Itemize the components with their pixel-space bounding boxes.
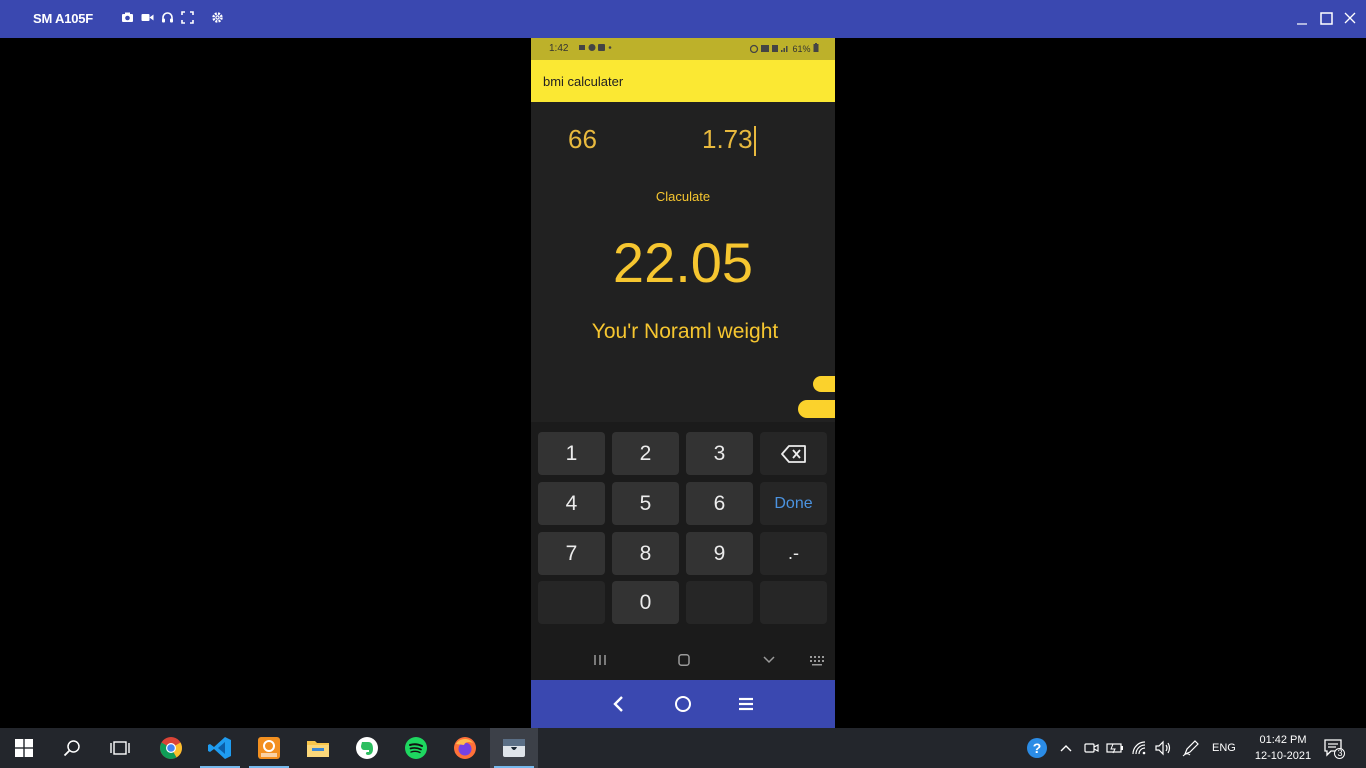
weight-input[interactable]: 66 [568, 124, 597, 155]
backspace-key[interactable] [760, 432, 827, 475]
battery-tray-icon[interactable] [1106, 728, 1124, 768]
notification-icons [579, 43, 613, 54]
key-9[interactable]: 9 [686, 532, 753, 575]
key-blank-middle [686, 581, 753, 624]
key-5[interactable]: 5 [612, 482, 679, 525]
start-button[interactable] [0, 728, 48, 768]
notification-count: 3 [1337, 748, 1343, 758]
taskbar-vscode[interactable] [196, 728, 244, 768]
signal-icons [749, 44, 788, 54]
height-value: 1.73 [702, 124, 753, 154]
battery-icon [813, 43, 819, 52]
key-8[interactable]: 8 [612, 532, 679, 575]
clock-time: 01:42 PM [1259, 734, 1307, 746]
bmi-result: 22.05 [612, 231, 754, 294]
close-icon[interactable] [1338, 0, 1362, 38]
calculate-button[interactable]: Claculate [531, 189, 835, 204]
key-3[interactable]: 3 [686, 432, 753, 475]
window-toolbar [121, 11, 224, 24]
help-icon[interactable]: ? [1026, 728, 1048, 768]
key-7[interactable]: 7 [538, 532, 605, 575]
maximize-icon[interactable] [1314, 0, 1338, 38]
taskbar-scrcpy[interactable] [490, 728, 538, 768]
window-title: SM A105F [33, 11, 94, 26]
chevron-up-icon[interactable] [1059, 728, 1073, 768]
phone-time: 1:42 [549, 43, 569, 54]
key-0[interactable]: 0 [612, 581, 679, 624]
video-record-icon[interactable] [141, 11, 154, 24]
key-1[interactable]: 1 [538, 432, 605, 475]
minimize-icon[interactable] [1290, 0, 1314, 38]
floating-button-large[interactable] [798, 400, 835, 418]
keyboard-nav-bar [531, 642, 835, 682]
system-clock[interactable]: 01:42 PM 12-10-2021 [1248, 732, 1318, 764]
wifi-icon[interactable] [1131, 728, 1147, 768]
task-view-icon [110, 741, 130, 755]
taskbar-pdf-app[interactable] [245, 728, 293, 768]
done-key[interactable]: Done [760, 482, 827, 525]
window-controls [1290, 0, 1366, 38]
text-cursor [753, 126, 756, 157]
fullscreen-icon[interactable] [181, 11, 194, 24]
battery-percent: 61% [792, 44, 811, 54]
phone-status-right: 61% [749, 43, 819, 54]
notification-center-button[interactable]: 3 [1323, 728, 1345, 768]
windows-logo-icon [15, 739, 33, 757]
folder-icon [307, 741, 329, 757]
pen-workspace-icon[interactable] [1182, 728, 1200, 768]
pdf-app-icon [258, 737, 280, 759]
language-indicator[interactable]: ENG [1212, 728, 1236, 768]
search-button[interactable] [48, 728, 96, 768]
clock-date: 12-10-2021 [1254, 750, 1312, 762]
key-6[interactable]: 6 [686, 482, 753, 525]
phone-status-bar: 1:42 61% [531, 38, 835, 60]
key-blank-right [760, 581, 827, 624]
camera-icon[interactable] [121, 11, 134, 24]
evernote-icon [356, 737, 378, 759]
menu-icon[interactable] [734, 692, 758, 716]
key-dot-minus[interactable]: .- [760, 532, 827, 575]
meet-now-icon[interactable] [1083, 728, 1099, 768]
vscode-icon [208, 737, 231, 759]
spotify-icon [405, 737, 427, 759]
window-title-bar: SM A105F [0, 0, 1366, 38]
firefox-icon [454, 737, 476, 759]
volume-icon[interactable] [1154, 728, 1172, 768]
key-blank-left [538, 581, 605, 624]
home-circle-icon[interactable] [671, 692, 695, 716]
recent-apps-icon[interactable] [593, 654, 607, 669]
phone-screen: 1:42 61% bmi calculater 66 1.73 Claculat… [531, 38, 835, 728]
home-square-icon[interactable] [677, 654, 691, 669]
phone-navigation-bar [531, 680, 835, 728]
chrome-icon [160, 737, 182, 759]
taskbar-file-explorer[interactable] [294, 728, 342, 768]
taskbar-chrome[interactable] [147, 728, 195, 768]
key-2[interactable]: 2 [612, 432, 679, 475]
keyboard-icon[interactable] [809, 654, 825, 669]
taskbar-evernote[interactable] [343, 728, 391, 768]
back-icon[interactable] [607, 692, 631, 716]
task-view-button[interactable] [96, 728, 144, 768]
search-icon [63, 740, 80, 757]
windows-taskbar: ? ENG 01:42 PM 12-10-2021 3 [0, 728, 1366, 768]
backspace-icon [780, 444, 806, 463]
weight-status-message: You'r Noraml weight [591, 320, 779, 343]
floating-button-small[interactable] [813, 376, 835, 392]
taskbar-spotify[interactable] [392, 728, 440, 768]
svg-text:?: ? [1033, 740, 1042, 756]
headphones-icon[interactable] [161, 11, 174, 24]
settings-gear-icon[interactable] [211, 11, 224, 24]
taskbar-firefox[interactable] [441, 728, 489, 768]
app-content: 66 1.73 Claculate 22.05 You'r Noraml wei… [531, 102, 835, 422]
chevron-down-icon[interactable] [762, 654, 776, 669]
key-4[interactable]: 4 [538, 482, 605, 525]
app-title: bmi calculater [543, 74, 624, 89]
app-bar: bmi calculater [531, 60, 835, 102]
scrcpy-icon [503, 739, 525, 757]
height-input[interactable]: 1.73 [702, 124, 756, 157]
